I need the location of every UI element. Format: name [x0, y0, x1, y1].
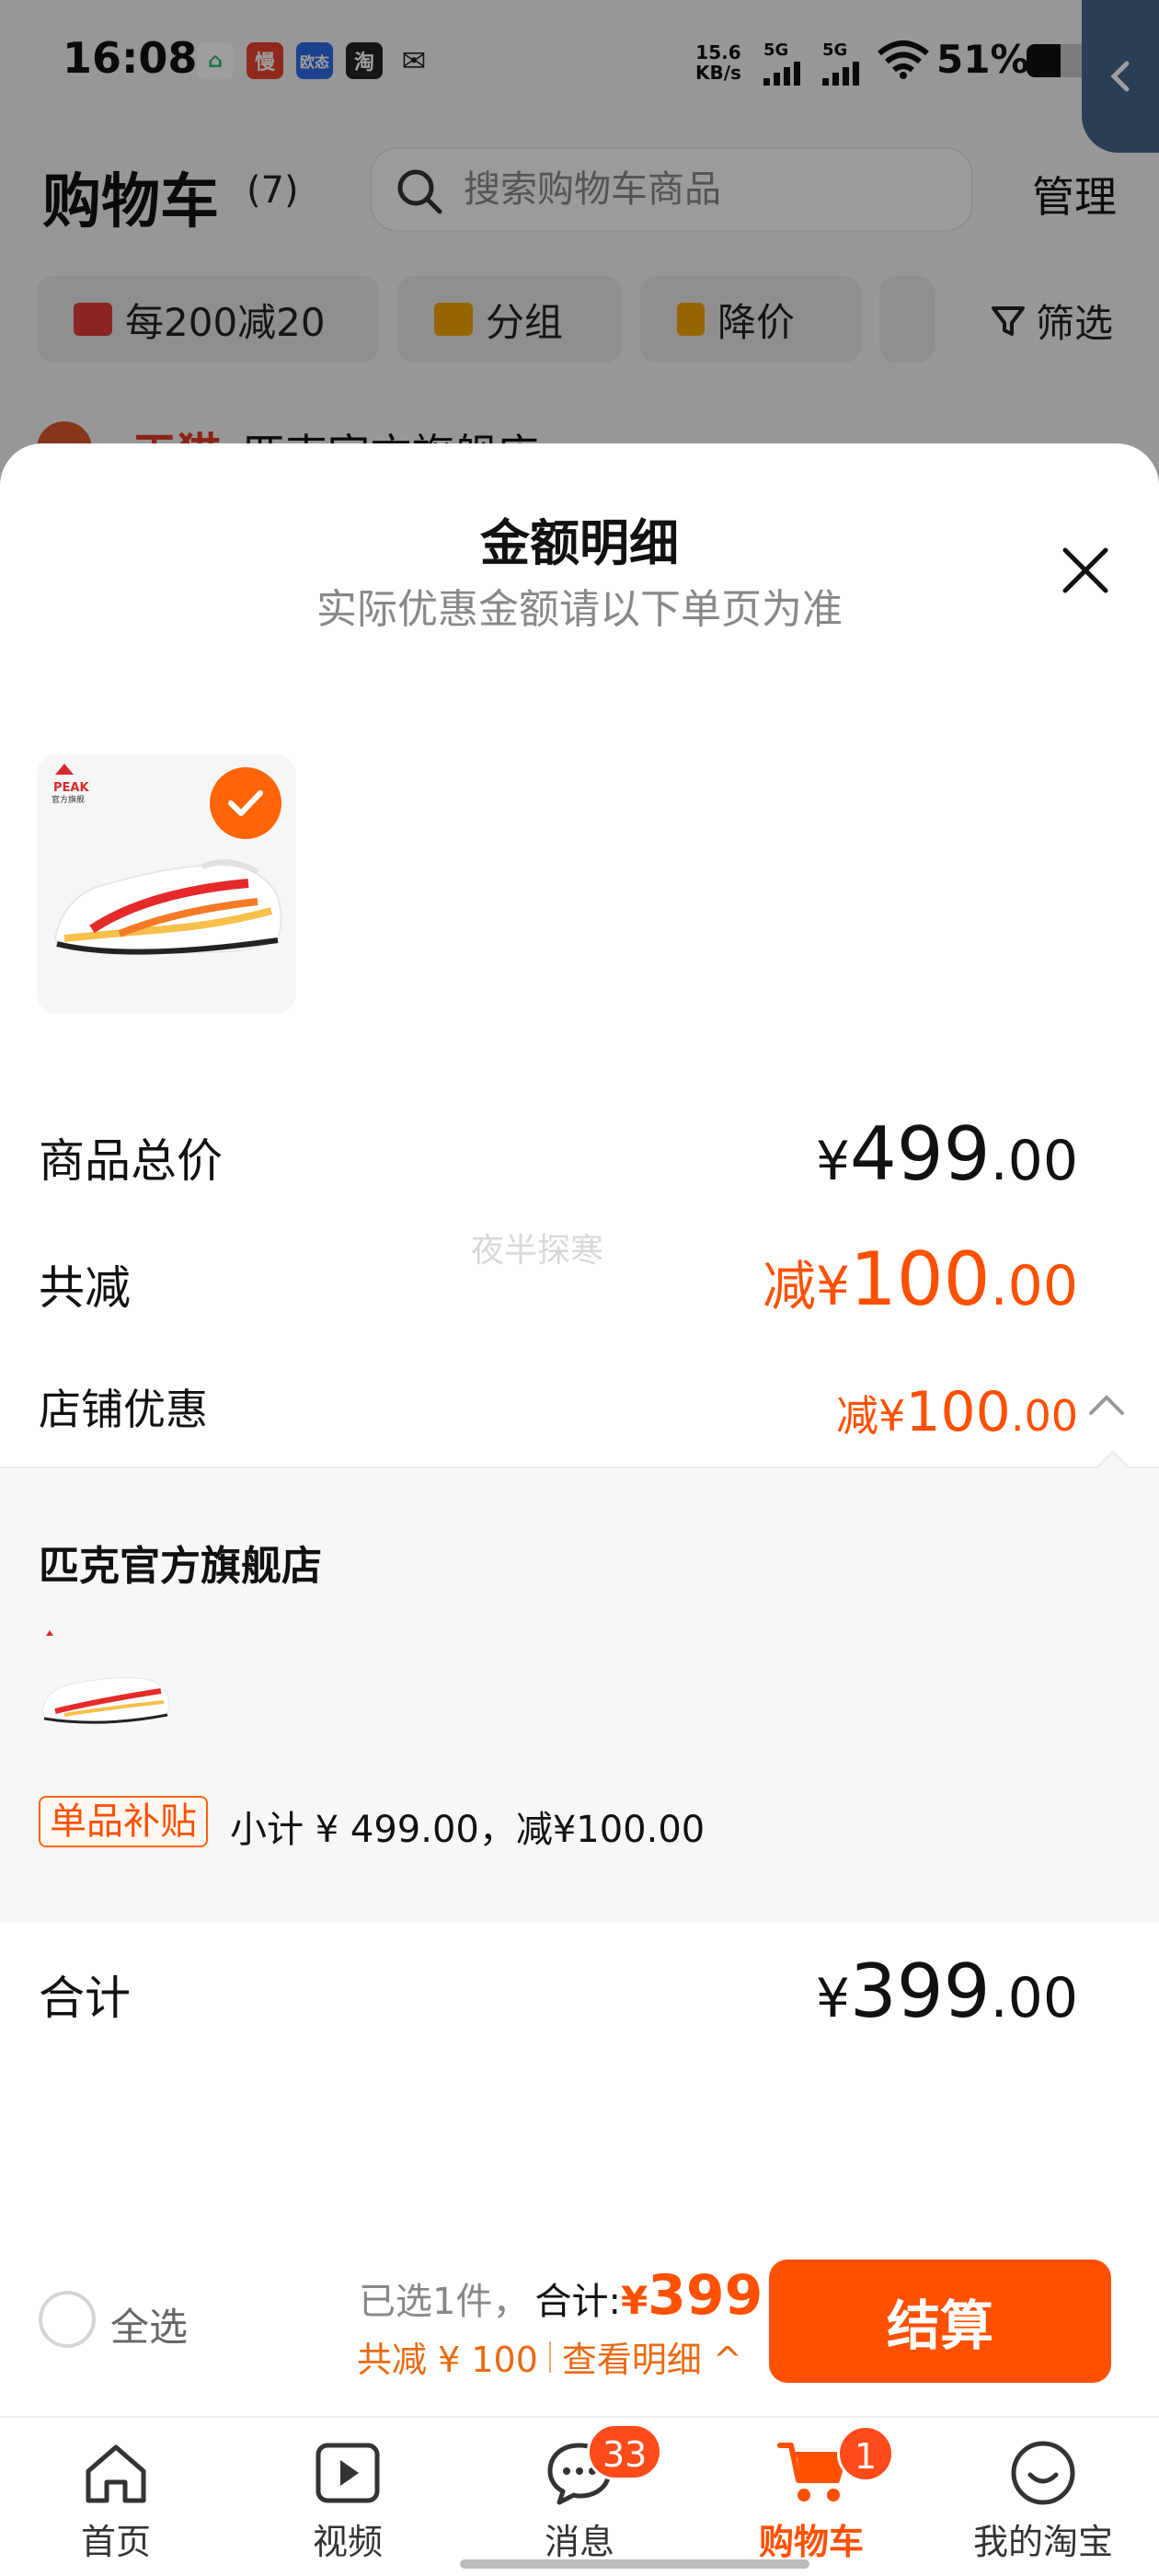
profile-icon — [1011, 2441, 1075, 2505]
total-price-dec: .00 — [990, 1129, 1078, 1193]
select-all-radio[interactable] — [39, 2291, 96, 2348]
checkmark-icon — [228, 790, 263, 816]
selected-check-icon[interactable] — [210, 767, 281, 839]
shop-discount-prefix: 减 — [836, 1391, 879, 1441]
discount-int: 100 — [849, 1236, 991, 1322]
total-price-value: ¥ 499 .00 — [816, 1111, 1078, 1197]
sheet-title: 金额明细 — [480, 514, 679, 572]
sum-label: 合计 — [39, 1972, 131, 2025]
tab-label: 首页 — [80, 2522, 151, 2562]
tab-label: 视频 — [312, 2522, 383, 2562]
tab-video[interactable]: 视频 — [247, 2429, 449, 2567]
sum-dec: .00 — [990, 1966, 1078, 2030]
modal-overlay[interactable] — [0, 0, 1159, 515]
total-price-int: 499 — [849, 1111, 991, 1197]
shop-discount-label[interactable]: 店铺优惠 — [39, 1376, 208, 1437]
detail-shop-name: 匹克官方旗舰店 — [39, 1543, 322, 1590]
checkout-total-label: 合计: — [534, 2281, 621, 2323]
peak-logo-sub: 官方旗舰 — [52, 794, 85, 805]
discount-currency: ¥ — [815, 1255, 850, 1317]
detail-subtotal: 小计 ¥ 499.00，减¥100.00 — [230, 1809, 706, 1851]
subsidy-tag: 单品补贴 — [39, 1796, 208, 1847]
discount-label: 共减 — [39, 1261, 131, 1315]
view-detail-link[interactable]: 查看明细 ^ — [562, 2331, 742, 2382]
message-badge: 33 — [587, 2423, 663, 2480]
total-price-currency: ¥ — [815, 1130, 850, 1192]
saved-summary[interactable]: 共减 ¥ 100 查看明细 ^ — [357, 2331, 742, 2382]
shop-discount-dec: .00 — [1010, 1391, 1078, 1441]
detail-product-thumbnail — [41, 1630, 170, 1724]
shop-discount-currency: ¥ — [878, 1391, 906, 1441]
checkout-total-value: 399 — [648, 2263, 763, 2328]
select-all-label[interactable]: 全选 — [110, 2296, 188, 2352]
tab-my-taobao[interactable]: 我的淘宝 — [942, 2429, 1144, 2567]
tab-label: 我的淘宝 — [972, 2522, 1113, 2562]
checkout-total-currency: ¥ — [620, 2278, 648, 2323]
sum-currency: ¥ — [815, 1967, 850, 2030]
sheet-subtitle: 实际优惠金额请以下单页为准 — [316, 586, 843, 633]
cart-badge: 1 — [837, 2425, 894, 2482]
shop-discount-int: 100 — [905, 1380, 1011, 1444]
discount-value: 减 ¥ 100 .00 — [763, 1236, 1078, 1322]
discount-prefix: 减 — [762, 1255, 816, 1317]
chevron-up-icon[interactable] — [1085, 1389, 1128, 1420]
peak-logo-text: PEAK — [53, 781, 89, 795]
video-icon — [316, 2443, 380, 2503]
close-icon[interactable] — [1049, 534, 1122, 607]
discount-dec: .00 — [990, 1254, 1078, 1318]
sum-value: ¥ 399 .00 — [816, 1949, 1078, 2034]
saved-divider — [548, 2340, 551, 2373]
saved-amount: 共减 ¥ 100 — [357, 2340, 538, 2380]
tab-label: 消息 — [544, 2522, 614, 2562]
shop-discount-value[interactable]: 减 ¥ 100 .00 — [836, 1380, 1078, 1444]
selection-summary: 已选1件， 合计: ¥ 399 — [359, 2263, 763, 2328]
detail-notch-fill — [1096, 1454, 1130, 1470]
selected-count: 已选1件， — [359, 2281, 530, 2323]
watermark: 夜半探寒 — [471, 1232, 604, 1270]
checkout-button[interactable]: 结算 — [769, 2260, 1111, 2383]
tab-home[interactable]: 首页 — [15, 2429, 217, 2567]
sum-int: 399 — [849, 1949, 991, 2034]
home-icon — [86, 2444, 146, 2503]
total-price-label: 商品总价 — [39, 1134, 223, 1188]
tab-label: 购物车 — [758, 2522, 864, 2562]
home-indicator — [460, 2559, 809, 2569]
